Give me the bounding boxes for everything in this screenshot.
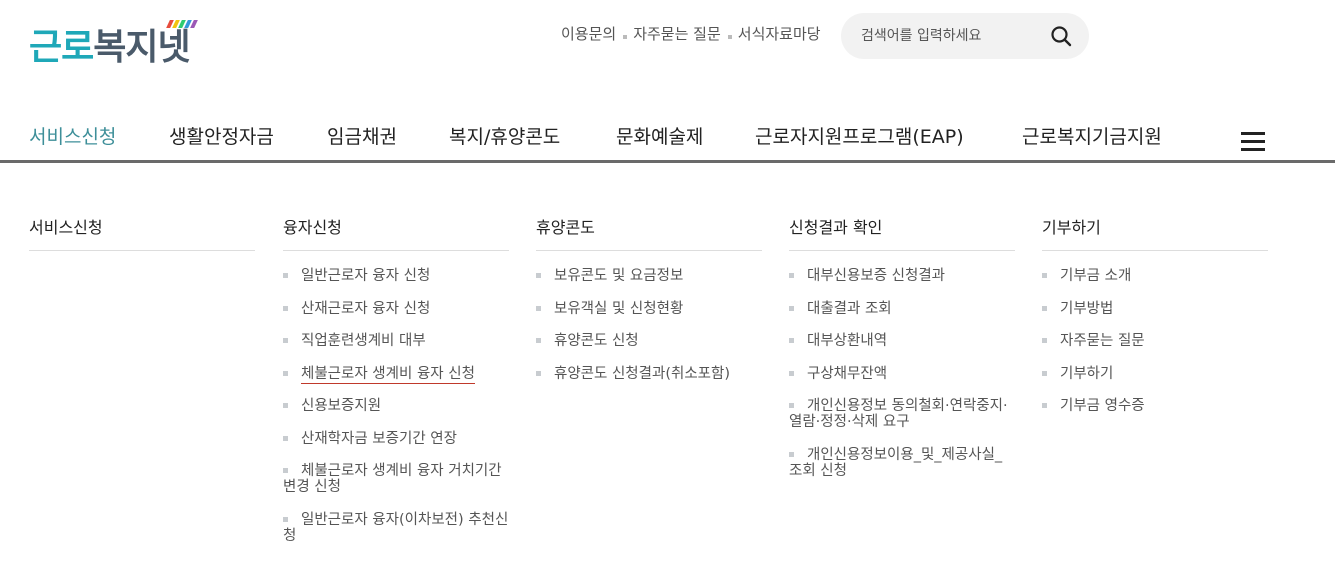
util-separator [623,34,628,39]
utility-links: 이용문의 자주묻는 질문 서식자료마당 [561,23,821,44]
mega-list-item: 휴양콘도 신청결과(취소포함) [536,366,762,382]
mega-link[interactable]: 기부금 영수증 [1060,398,1145,414]
search-box [841,13,1089,59]
mega-link[interactable]: 자주묻는 질문 [1060,333,1145,349]
mega-list-item: 보유콘도 및 요금정보 [536,268,762,284]
mega-link[interactable]: 직업훈련생계비 대부 [301,333,426,349]
search-input[interactable] [861,25,1041,47]
util-link-forms[interactable]: 서식자료마당 [738,23,821,44]
mega-column-loan: 융자신청 일반근로자 융자 신청 산재근로자 융자 신청 직업훈련생계비 대부 … [283,214,509,560]
mega-list-item: 대부상환내역 [789,333,1015,349]
util-separator [727,34,732,39]
nav-item-culture-festival[interactable]: 문화예술제 [616,122,703,149]
mega-list-item: 개인신용정보 동의철회·연락중지·열람·정정·삭제 요구 [789,398,1015,430]
mega-column-title[interactable]: 신청결과 확인 [789,214,1015,251]
mega-list-item: 일반근로자 융자(이차보전) 추천신청 [283,512,509,544]
mega-list-item: 기부금 소개 [1042,268,1268,284]
mega-link[interactable]: 보유콘도 및 요금정보 [554,268,683,284]
mega-list-item: 체불근로자 생계비 융자 신청 [283,365,509,384]
mega-list-item: 자주묻는 질문 [1042,333,1268,349]
mega-list-item: 대부신용보증 신청결과 [789,268,1015,284]
logo-part-2: 복지넷 [93,27,190,68]
mega-link[interactable]: 대부신용보증 신청결과 [807,268,945,284]
logo-part-1: 근로 [29,27,94,68]
util-link-faq[interactable]: 자주묻는 질문 [633,23,721,44]
mega-column-title[interactable]: 기부하기 [1042,214,1268,251]
mega-link[interactable]: 산재학자금 보증기간 연장 [301,431,457,447]
mega-link[interactable]: 개인신용정보 동의철회·연락중지·열람·정정·삭제 요구 [789,398,1008,430]
mega-column-condo: 휴양콘도 보유콘도 및 요금정보 보유객실 및 신청현황 휴양콘도 신청 휴양콘… [536,214,762,398]
mega-link[interactable]: 일반근로자 융자 신청 [301,268,430,284]
mega-list-item: 일반근로자 융자 신청 [283,268,509,284]
mega-list-item: 보유객실 및 신청현황 [536,301,762,317]
nav-item-service[interactable]: 서비스신청 [29,122,116,149]
mega-list: 대부신용보증 신청결과 대출결과 조회 대부상환내역 구상채무잔액 개인신용정보… [789,268,1015,479]
nav-divider [0,160,1335,163]
search-icon[interactable] [1050,25,1072,47]
mega-link[interactable]: 대출결과 조회 [807,301,892,317]
nav-item-living-fund[interactable]: 생활안정자금 [169,122,274,149]
mega-link[interactable]: 일반근로자 융자(이차보전) 추천신청 [283,512,508,544]
mega-list-item: 산재학자금 보증기간 연장 [283,431,509,447]
logo-stripes-icon [166,13,208,28]
mega-link[interactable]: 구상채무잔액 [807,366,887,382]
mega-column-donation: 기부하기 기부금 소개 기부방법 자주묻는 질문 기부하기 기부금 영수증 [1042,214,1268,431]
mega-link[interactable]: 휴양콘도 신청결과(취소포함) [554,366,730,382]
nav-item-eap[interactable]: 근로자지원프로그램(EAP) [755,122,964,149]
mega-link-hovered[interactable]: 체불근로자 생계비 융자 신청 [301,365,475,384]
util-link-contact[interactable]: 이용문의 [561,23,616,44]
mega-list-item: 개인신용정보이용_및_제공사실_조회 신청 [789,447,1015,479]
mega-list: 보유콘도 및 요금정보 보유객실 및 신청현황 휴양콘도 신청 휴양콘도 신청결… [536,268,762,382]
site-logo[interactable]: 근로복지넷 [29,12,209,68]
mega-list-item: 체불근로자 생계비 융자 거치기간 변경 신청 [283,463,509,495]
nav-item-welfare-fund[interactable]: 근로복지기금지원 [1022,122,1162,149]
mega-link[interactable]: 기부하기 [1060,366,1113,382]
mega-list-item: 대출결과 조회 [789,301,1015,317]
mega-list-item: 기부방법 [1042,301,1268,317]
mega-link[interactable]: 개인신용정보이용_및_제공사실_조회 신청 [789,447,1002,479]
mega-link[interactable]: 보유객실 및 신청현황 [554,301,683,317]
mega-link[interactable]: 체불근로자 생계비 융자 거치기간 변경 신청 [283,463,502,495]
mega-column-title[interactable]: 서비스신청 [29,214,255,251]
mega-link[interactable]: 기부금 소개 [1060,268,1131,284]
mega-list-item: 구상채무잔액 [789,366,1015,382]
mega-list-item: 기부하기 [1042,366,1268,382]
mega-link[interactable]: 대부상환내역 [807,333,887,349]
mega-link[interactable]: 산재근로자 융자 신청 [301,301,430,317]
mega-link[interactable]: 휴양콘도 신청 [554,333,639,349]
mega-list-item: 기부금 영수증 [1042,398,1268,414]
mega-link[interactable]: 기부방법 [1060,301,1113,317]
mega-column-service: 서비스신청 [29,214,255,251]
mega-list-item: 직업훈련생계비 대부 [283,333,509,349]
main-nav: 서비스신청 생활안정자금 임금채권 복지/휴양콘도 문화예술제 근로자지원프로그… [0,122,1335,162]
logo-text: 근로복지넷 [29,18,191,70]
nav-item-welfare-condo[interactable]: 복지/휴양콘도 [449,122,560,149]
mega-list: 일반근로자 융자 신청 산재근로자 융자 신청 직업훈련생계비 대부 체불근로자… [283,268,509,544]
mega-list-item: 산재근로자 융자 신청 [283,301,509,317]
hamburger-menu-icon[interactable] [1241,132,1265,152]
mega-list-item: 휴양콘도 신청 [536,333,762,349]
mega-column-title[interactable]: 융자신청 [283,214,509,251]
mega-column-results: 신청결과 확인 대부신용보증 신청결과 대출결과 조회 대부상환내역 구상채무잔… [789,214,1015,495]
mega-link[interactable]: 신용보증지원 [301,398,381,414]
mega-column-title[interactable]: 휴양콘도 [536,214,762,251]
nav-item-wage-claim[interactable]: 임금채권 [327,122,397,149]
mega-list: 기부금 소개 기부방법 자주묻는 질문 기부하기 기부금 영수증 [1042,268,1268,414]
mega-list-item: 신용보증지원 [283,398,509,414]
